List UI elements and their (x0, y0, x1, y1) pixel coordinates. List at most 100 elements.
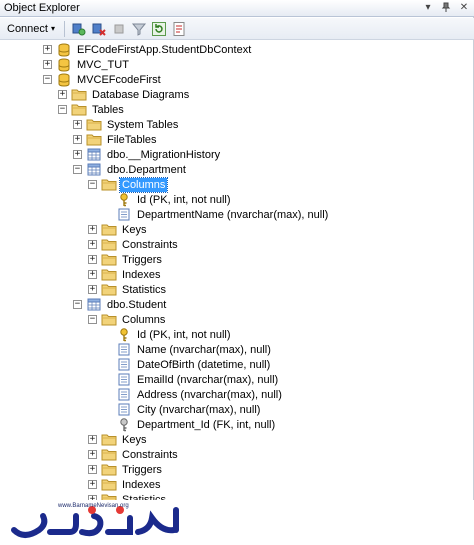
expand-icon[interactable]: + (43, 60, 52, 69)
column-icon (116, 373, 132, 387)
tree-node-keys[interactable]: + Keys (88, 432, 148, 447)
tree-node-label: Keys (122, 223, 147, 236)
tree-node-constraints[interactable]: + Constraints (88, 237, 180, 252)
folder-icon (86, 133, 102, 147)
primary-key-icon (116, 192, 132, 207)
database-icon (56, 58, 72, 72)
tree-node-statistics[interactable]: + Statistics (88, 492, 168, 500)
expand-icon[interactable]: + (88, 450, 97, 459)
tree-node-constraints[interactable]: + Constraints (88, 447, 180, 462)
tree-node-label: City (nvarchar(max), null) (137, 403, 261, 416)
tree-node-label: Columns (122, 313, 166, 326)
tree-node-triggers[interactable]: + Triggers (88, 252, 164, 267)
expand-icon[interactable]: + (73, 120, 82, 129)
tree-node-label: Statistics (122, 493, 167, 501)
tree-node-departmentname-nvarchar-max-null[interactable]: DepartmentName (nvarchar(max), null) (103, 207, 330, 222)
toolbar-separator (64, 20, 65, 37)
tree-node-mvc-tut[interactable]: + MVC_TUT (43, 57, 131, 72)
tree-node-dbo-migrationhistory[interactable]: + dbo.__MigrationHistory (73, 147, 222, 162)
tree-node-label: Keys (122, 433, 147, 446)
folder-icon (101, 493, 117, 500)
tree-node-label: EmailId (nvarchar(max), null) (137, 373, 279, 386)
folder-icon (101, 253, 117, 267)
tree-node-name-nvarchar-max-null[interactable]: Name (nvarchar(max), null) (103, 342, 273, 357)
tree-node-statistics[interactable]: + Statistics (88, 282, 168, 297)
tree-node-keys[interactable]: + Keys (88, 222, 148, 237)
column-icon (116, 388, 132, 402)
folder-icon (101, 448, 117, 462)
disconnect-icon[interactable] (91, 21, 107, 37)
collapse-icon[interactable]: − (43, 75, 52, 84)
tree-node-columns[interactable]: − Columns (88, 176, 169, 193)
folder-icon (101, 178, 117, 192)
chevron-down-icon: ▾ (50, 24, 55, 33)
folder-icon (101, 283, 117, 297)
close-icon[interactable]: ✕ (458, 2, 470, 14)
refresh-icon[interactable] (151, 21, 167, 37)
panel-title: Object Explorer (4, 2, 80, 14)
tree-node-tables[interactable]: − Tables (58, 102, 126, 117)
expand-icon[interactable]: + (73, 150, 82, 159)
tree-node-department-id-fk-int-null[interactable]: Department_Id (FK, int, null) (103, 417, 277, 432)
collapse-icon[interactable]: − (58, 105, 67, 114)
collapse-icon[interactable]: − (88, 180, 97, 189)
connect-button[interactable]: Connect ▾ (4, 22, 58, 36)
tree-node-label: Statistics (122, 283, 167, 296)
tree-node-system-tables[interactable]: + System Tables (73, 117, 180, 132)
expand-icon[interactable]: + (88, 270, 97, 279)
tree-node-dateofbirth-datetime-null[interactable]: DateOfBirth (datetime, null) (103, 357, 272, 372)
folder-icon (86, 118, 102, 132)
expand-icon[interactable]: + (88, 255, 97, 264)
tree-node-triggers[interactable]: + Triggers (88, 462, 164, 477)
tree-node-indexes[interactable]: + Indexes (88, 267, 163, 282)
folder-icon (101, 223, 117, 237)
pin-icon[interactable] (440, 2, 452, 14)
tree-node-filetables[interactable]: + FileTables (73, 132, 159, 147)
stop-icon[interactable] (111, 21, 127, 37)
expand-icon[interactable]: + (88, 240, 97, 249)
table-icon (86, 298, 102, 312)
collapse-icon[interactable]: − (73, 300, 82, 309)
summary-report-icon[interactable] (171, 21, 187, 37)
filter-icon[interactable] (131, 21, 147, 37)
expand-icon[interactable]: + (88, 480, 97, 489)
collapse-icon[interactable]: − (88, 315, 97, 324)
pin-dropdown-icon[interactable]: ▾ (422, 2, 434, 14)
expand-icon[interactable]: + (88, 435, 97, 444)
tree-node-dbo-student[interactable]: − dbo.Student (73, 297, 168, 312)
tree-node-dbo-department[interactable]: − dbo.Department (73, 162, 188, 177)
tree-node-label: dbo.Student (107, 298, 167, 311)
folder-icon (101, 268, 117, 282)
expand-icon[interactable]: + (58, 90, 67, 99)
expand-icon[interactable]: + (88, 225, 97, 234)
tree-node-columns[interactable]: − Columns (88, 312, 167, 327)
tree-node-label: MVC_TUT (77, 58, 129, 71)
expand-icon[interactable]: + (88, 465, 97, 474)
tree-node-label: Triggers (122, 253, 162, 266)
connect-label: Connect (7, 22, 48, 35)
tree-node-efcodefirstapp-studentdbcontext[interactable]: + EFCodeFirstApp.StudentDbContext (43, 42, 253, 57)
watermark-url: www.BarnameNevisan.org (58, 503, 129, 509)
tree-node-id-pk-int-not-null[interactable]: Id (PK, int, not null) (103, 192, 233, 207)
tree-node-label: Database Diagrams (92, 88, 190, 101)
tree-node-label: System Tables (107, 118, 179, 131)
tree-node-label: dbo.Department (107, 163, 186, 176)
tree-node-label: FileTables (107, 133, 157, 146)
tree-node-address-nvarchar-max-null[interactable]: Address (nvarchar(max), null) (103, 387, 284, 402)
expand-icon[interactable]: + (73, 135, 82, 144)
expand-icon[interactable]: + (43, 45, 52, 54)
column-icon (116, 343, 132, 357)
connect-object-explorer-icon[interactable] (71, 21, 87, 37)
tree-node-label: Id (PK, int, not null) (137, 328, 231, 341)
collapse-icon[interactable]: − (73, 165, 82, 174)
expand-icon[interactable]: + (88, 285, 97, 294)
tree-node-indexes[interactable]: + Indexes (88, 477, 163, 492)
tree-node-mvcefcodefirst[interactable]: − MVCEFcodeFirst (43, 72, 163, 87)
tree-node-emailid-nvarchar-max-null[interactable]: EmailId (nvarchar(max), null) (103, 372, 280, 387)
tree-node-label: Indexes (122, 478, 161, 491)
tree-node-database-diagrams[interactable]: + Database Diagrams (58, 87, 191, 102)
tree-node-city-nvarchar-max-null[interactable]: City (nvarchar(max), null) (103, 402, 262, 417)
tree-node-id-pk-int-not-null[interactable]: Id (PK, int, not null) (103, 327, 233, 342)
column-icon (116, 403, 132, 417)
column-icon (116, 358, 132, 372)
